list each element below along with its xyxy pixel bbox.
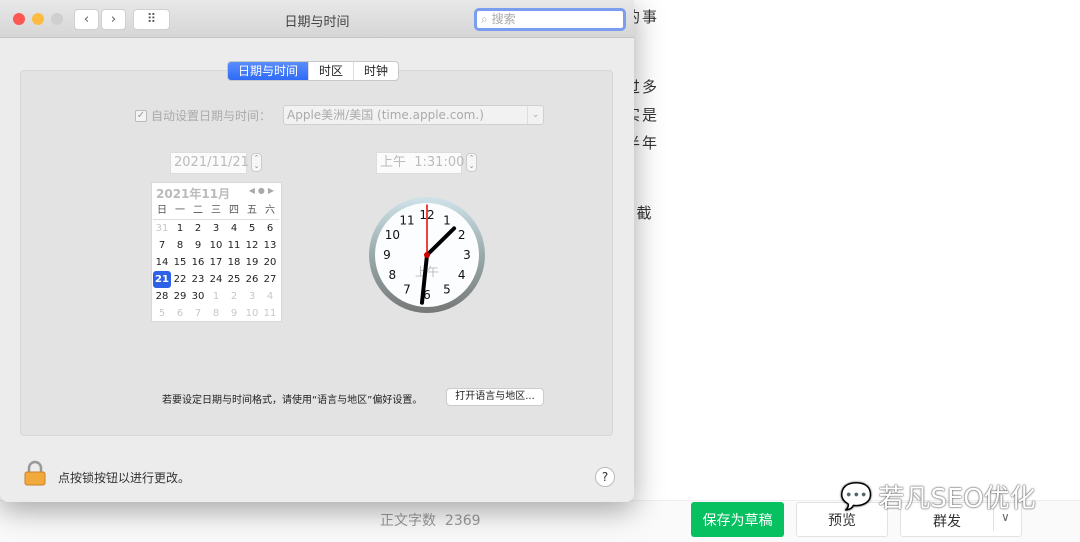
calendar-day[interactable]: 11 xyxy=(261,305,279,322)
clock-number: 9 xyxy=(383,248,391,262)
calendar-day[interactable]: 10 xyxy=(207,237,225,254)
calendar-day[interactable]: 7 xyxy=(153,237,171,254)
calendar-day[interactable]: 2 xyxy=(189,220,207,237)
calendar-day[interactable]: 3 xyxy=(207,220,225,237)
calendar-day[interactable]: 1 xyxy=(207,288,225,305)
calendar-day[interactable]: 31 xyxy=(153,220,171,237)
calendar-day[interactable]: 20 xyxy=(261,254,279,271)
word-count-label: 正文字数 xyxy=(380,513,436,529)
clock-number: 5 xyxy=(443,283,451,297)
calendar-day[interactable]: 7 xyxy=(189,305,207,322)
calendar-nav[interactable]: ◀●▶ xyxy=(249,186,277,195)
word-count: 正文字数 2369 xyxy=(380,510,481,530)
date-field[interactable]: 2021/11/21 xyxy=(170,152,249,174)
time-server-select[interactable]: Apple美洲/美国 (time.apple.com.) ⌄ xyxy=(283,105,544,125)
lock-icon[interactable] xyxy=(24,460,46,486)
calendar-header: 2021年11月 xyxy=(156,187,231,201)
tab-bar: 日期与时间 时区 时钟 xyxy=(227,61,400,81)
weekday-label: 六 xyxy=(261,203,279,220)
calendar-day[interactable]: 4 xyxy=(225,220,243,237)
calendar-day[interactable]: 10 xyxy=(243,305,261,322)
watermark-text: 若凡SEO优化 xyxy=(878,484,1036,514)
weekday-label: 三 xyxy=(207,203,225,220)
search-input[interactable]: ⌕ 搜索 xyxy=(474,8,626,31)
weekday-label: 日 xyxy=(153,203,171,220)
date-stepper[interactable]: ⌃ ⌄ xyxy=(251,153,262,172)
help-button[interactable]: ? xyxy=(595,467,615,487)
calendar-day[interactable]: 3 xyxy=(243,288,261,305)
clock-number: 3 xyxy=(463,248,471,262)
save-draft-button[interactable]: 保存为草稿 xyxy=(691,502,784,537)
search-icon: ⌕ xyxy=(481,12,488,26)
checkmark-icon: ✓ xyxy=(135,109,147,122)
weekday-label: 五 xyxy=(243,203,261,220)
calendar-day[interactable]: 13 xyxy=(261,237,279,254)
title-bar: ‹ › ⠿ 日期与时间 ⌕ 搜索 xyxy=(0,0,634,38)
clock-number: 8 xyxy=(389,268,397,282)
weekday-label: 四 xyxy=(225,203,243,220)
calendar-day[interactable]: 6 xyxy=(261,220,279,237)
clock-number: 1 xyxy=(443,213,451,227)
calendar-day[interactable]: 26 xyxy=(243,271,261,288)
calendar-day[interactable]: 12 xyxy=(243,237,261,254)
date-time-window: ‹ › ⠿ 日期与时间 ⌕ 搜索 日期与时间 时区 时钟 ✓ 自动设置日期与时间：… xyxy=(0,0,634,502)
auto-set-label: 自动设置日期与时间： xyxy=(151,109,272,123)
weekday-label: 二 xyxy=(189,203,207,220)
tab-time-zone[interactable]: 时区 xyxy=(309,62,355,80)
open-language-region-button[interactable]: 打开语言与地区... xyxy=(446,388,544,406)
calendar-day[interactable]: 18 xyxy=(225,254,243,271)
calendar-day[interactable]: 16 xyxy=(189,254,207,271)
clock-number: 4 xyxy=(458,268,466,282)
calendar-day[interactable]: 23 xyxy=(189,271,207,288)
calendar-day[interactable]: 11 xyxy=(225,237,243,254)
calendar-day[interactable]: 8 xyxy=(207,305,225,322)
time-server-value: Apple美洲/美国 (time.apple.com.) xyxy=(287,108,484,122)
calendar-day[interactable]: 29 xyxy=(171,288,189,305)
chevron-down-icon: ⌄ xyxy=(527,106,543,124)
clock-number: 11 xyxy=(399,213,414,227)
clock-number: 10 xyxy=(385,228,400,242)
auto-set-checkbox[interactable]: ✓ 自动设置日期与时间： xyxy=(135,107,271,124)
word-count-value: 2369 xyxy=(444,513,481,529)
calendar-day[interactable]: 5 xyxy=(243,220,261,237)
weekday-label: 一 xyxy=(171,203,189,220)
calendar: 2021年11月 ◀●▶ 日一二三四五六 31 1 2 3 4 5 6 7 8 9 10 11 12 13 1… xyxy=(151,182,282,322)
calendar-day[interactable]: 24 xyxy=(207,271,225,288)
calendar-day[interactable]: 6 xyxy=(171,305,189,322)
calendar-day[interactable]: 22 xyxy=(171,271,189,288)
calendar-day[interactable]: 1 xyxy=(171,220,189,237)
calendar-day[interactable]: 28 xyxy=(153,288,171,305)
time-stepper[interactable]: ⌃ ⌄ xyxy=(466,153,477,172)
calendar-day[interactable]: 2 xyxy=(225,288,243,305)
calendar-grid: 日一二三四五六 31 1 2 3 4 5 6 7 8 9 10 11 12 13 14 15 16 17 18 19 20… xyxy=(153,203,279,322)
calendar-day[interactable]: 17 xyxy=(207,254,225,271)
clock-number: 2 xyxy=(458,228,466,242)
format-note: 若要设定日期与时间格式，请使用“语言与地区”偏好设置。 xyxy=(162,395,423,406)
analog-clock: 上午 121234567891011 xyxy=(369,197,485,313)
search-placeholder: 搜索 xyxy=(491,12,516,26)
tab-date-time[interactable]: 日期与时间 xyxy=(228,62,310,80)
time-field[interactable]: 上午 1:31:00 xyxy=(376,152,464,174)
calendar-day[interactable]: 19 xyxy=(243,254,261,271)
watermark: 💬 若凡SEO优化 xyxy=(840,478,1036,515)
calendar-day[interactable]: 25 xyxy=(225,271,243,288)
calendar-day[interactable]: 8 xyxy=(171,237,189,254)
lock-text: 点按锁按钮以进行更改。 xyxy=(58,471,191,485)
clock-number: 7 xyxy=(403,283,411,297)
clock-center xyxy=(424,252,430,258)
wechat-icon: 💬 xyxy=(840,481,873,512)
calendar-day[interactable]: 30 xyxy=(189,288,207,305)
calendar-day[interactable]: 15 xyxy=(171,254,189,271)
calendar-day[interactable]: 5 xyxy=(153,305,171,322)
calendar-day[interactable]: 14 xyxy=(153,254,171,271)
tab-clock[interactable]: 时钟 xyxy=(354,62,398,80)
calendar-day-selected[interactable]: 21 xyxy=(153,271,171,288)
calendar-day[interactable]: 27 xyxy=(261,271,279,288)
calendar-day[interactable]: 9 xyxy=(189,237,207,254)
calendar-day[interactable]: 9 xyxy=(225,305,243,322)
calendar-day[interactable]: 4 xyxy=(261,288,279,305)
